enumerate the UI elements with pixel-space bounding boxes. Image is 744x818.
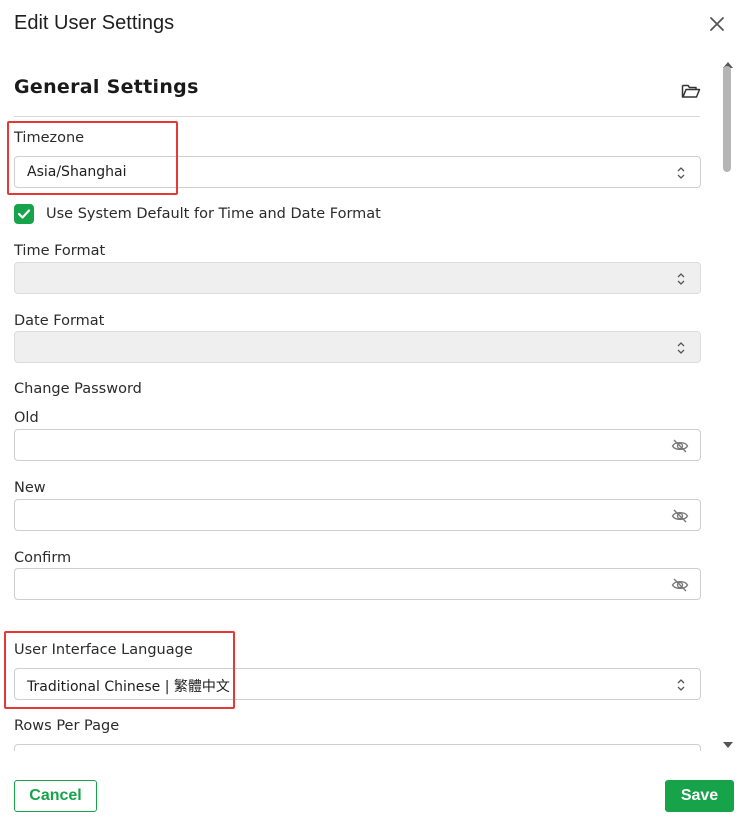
timezone-value: Asia/Shanghai — [27, 164, 127, 180]
eye-off-icon[interactable] — [671, 437, 689, 455]
scrollbar[interactable] — [720, 56, 736, 751]
dialog-title: Edit User Settings — [14, 12, 175, 34]
time-format-select — [14, 262, 701, 294]
eye-off-icon[interactable] — [671, 507, 689, 525]
language-select[interactable]: Traditional Chinese | 繁體中文 — [14, 668, 701, 700]
language-label: User Interface Language — [14, 642, 193, 658]
timezone-select[interactable]: Asia/Shanghai — [14, 156, 701, 188]
new-password-input[interactable] — [14, 499, 701, 531]
section-divider — [14, 116, 700, 117]
date-format-select — [14, 331, 701, 363]
system-default-label[interactable]: Use System Default for Time and Date For… — [46, 206, 381, 222]
date-format-label: Date Format — [14, 313, 105, 329]
scroll-thumb[interactable] — [723, 66, 731, 172]
confirm-password-input[interactable] — [14, 568, 701, 600]
confirm-password-label: Confirm — [14, 550, 72, 566]
language-value: Traditional Chinese | 繁體中文 — [27, 679, 230, 695]
cancel-button[interactable]: Cancel — [14, 780, 97, 812]
rows-per-page-select[interactable]: 10 — [14, 744, 701, 751]
old-password-label: Old — [14, 410, 39, 426]
check-icon — [17, 209, 31, 219]
scroll-down-arrow[interactable] — [723, 742, 733, 748]
rows-per-page-label: Rows Per Page — [14, 718, 120, 734]
chevron-updown-icon — [677, 679, 685, 691]
close-icon[interactable] — [707, 14, 727, 34]
folder-open-icon[interactable] — [681, 82, 701, 100]
chevron-updown-icon — [677, 273, 685, 285]
eye-off-icon[interactable] — [671, 576, 689, 594]
chevron-updown-icon — [677, 342, 685, 354]
timezone-label: Timezone — [14, 130, 85, 146]
section-title: General Settings — [14, 76, 199, 98]
settings-scroll-area[interactable]: General Settings Timezone Asia/Shanghai … — [0, 56, 720, 751]
new-password-label: New — [14, 480, 46, 496]
change-password-heading: Change Password — [14, 381, 142, 397]
old-password-input[interactable] — [14, 429, 701, 461]
chevron-updown-icon — [677, 167, 685, 179]
save-button[interactable]: Save — [665, 780, 734, 812]
system-default-checkbox[interactable] — [14, 204, 34, 224]
time-format-label: Time Format — [14, 243, 106, 259]
